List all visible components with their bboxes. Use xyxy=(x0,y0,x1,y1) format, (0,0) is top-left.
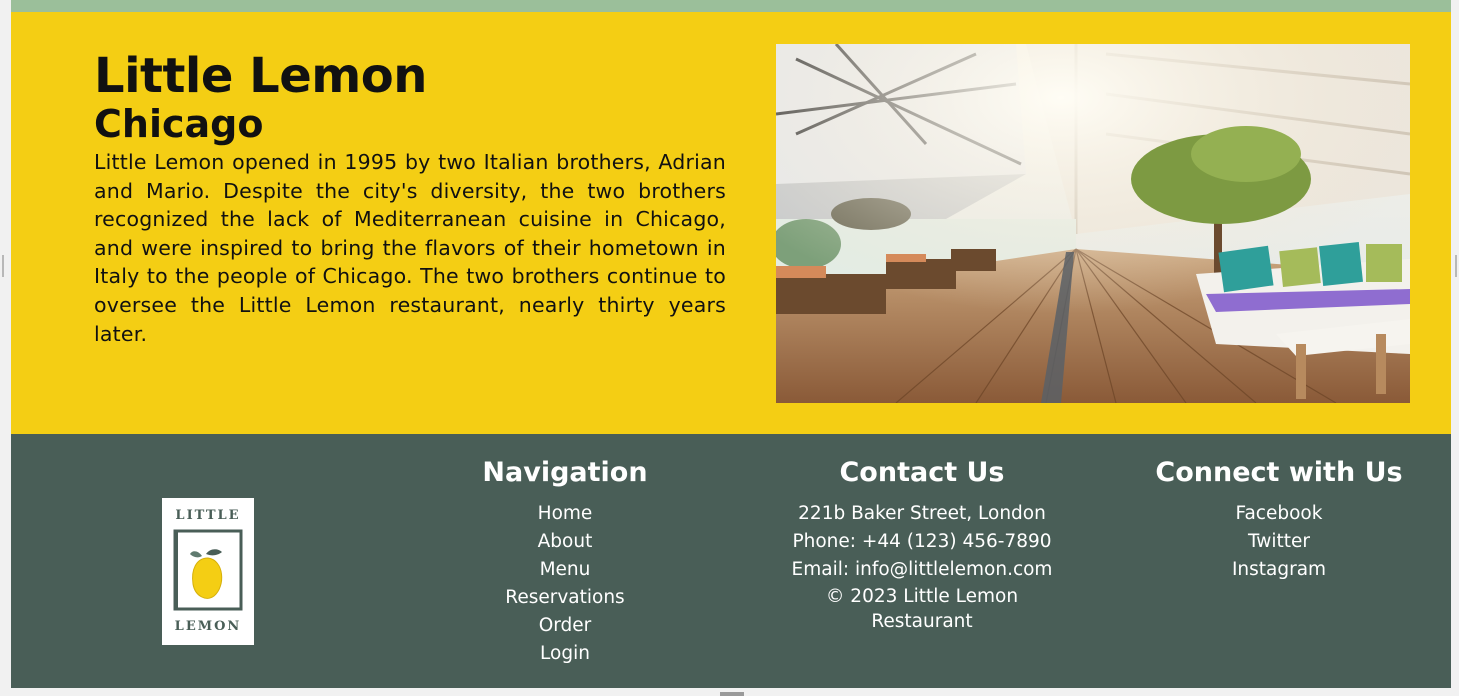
hero-description: Little Lemon opened in 1995 by two Itali… xyxy=(94,150,726,346)
page: Little Lemon Chicago Little Lemon opened… xyxy=(11,0,1451,688)
nav-link-reservations[interactable]: Reservations xyxy=(465,584,665,612)
contact-heading: Contact Us xyxy=(839,457,1005,488)
navigation-column: Navigation Home About Menu Reservations … xyxy=(465,456,665,668)
social-link-facebook[interactable]: Facebook xyxy=(1144,500,1414,528)
hero-title: Little Lemon xyxy=(94,48,427,104)
nav-link-menu[interactable]: Menu xyxy=(465,556,665,584)
hero-subtitle: Chicago xyxy=(94,102,264,146)
left-resize-handle[interactable] xyxy=(2,255,4,277)
nav-link-about[interactable]: About xyxy=(465,528,665,556)
contact-phone: Phone: +44 (123) 456-7890 xyxy=(792,531,1052,552)
nav-link-login[interactable]: Login xyxy=(465,640,665,668)
bottom-resize-handle[interactable] xyxy=(720,692,744,696)
social-link-instagram[interactable]: Instagram xyxy=(1144,556,1414,584)
hero-section: Little Lemon Chicago Little Lemon opened… xyxy=(11,12,1451,434)
little-lemon-logo[interactable]: LITTLE LEMON xyxy=(162,498,254,645)
top-bar xyxy=(11,0,1451,12)
copyright-text: © 2023 Little Lemon Restaurant xyxy=(825,586,1019,632)
social-column: Connect with Us Facebook Twitter Instagr… xyxy=(1144,456,1414,584)
nav-link-order[interactable]: Order xyxy=(465,612,665,640)
navigation-heading: Navigation xyxy=(482,457,648,488)
logo-bottom-text: LEMON xyxy=(174,619,242,634)
contact-address: 221b Baker Street, London xyxy=(798,503,1046,524)
footer: LITTLE LEMON Navigation Home About Menu … xyxy=(11,434,1451,688)
restaurant-terrace-image xyxy=(776,44,1410,403)
social-heading: Connect with Us xyxy=(1155,457,1403,488)
contact-email: Email: info@littlelemon.com xyxy=(791,559,1053,580)
nav-link-home[interactable]: Home xyxy=(465,500,665,528)
social-link-twitter[interactable]: Twitter xyxy=(1144,528,1414,556)
lemon-icon xyxy=(190,549,223,599)
logo-top-text: LITTLE xyxy=(175,508,241,523)
contact-column: Contact Us 221b Baker Street, London Pho… xyxy=(767,456,1077,634)
hero-text: Little Lemon Chicago Little Lemon opened… xyxy=(94,50,726,348)
right-resize-handle[interactable] xyxy=(1455,255,1457,277)
